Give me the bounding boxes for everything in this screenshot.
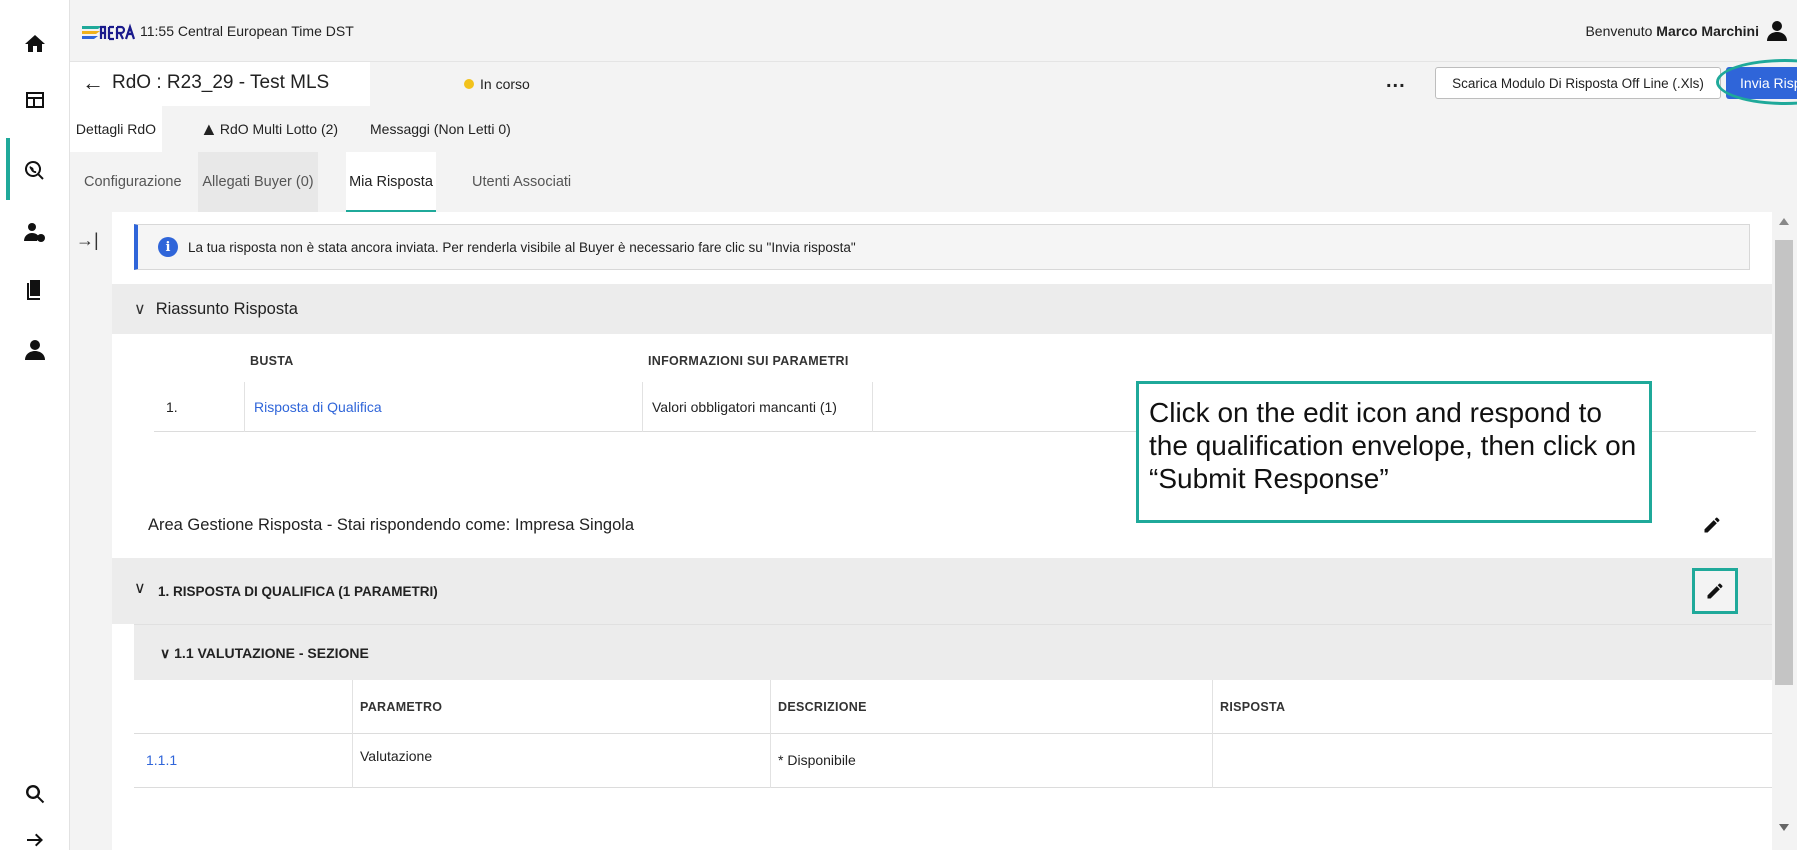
- parameter-id-link[interactable]: 1.1.1: [146, 752, 177, 768]
- scroll-up-icon[interactable]: [1779, 218, 1789, 225]
- chevron-down-icon: ∨: [134, 301, 146, 318]
- info-message: La tua risposta non è stata ancora invia…: [188, 239, 856, 255]
- tab-label: Messaggi (Non Letti 0): [370, 121, 511, 137]
- divider: [872, 382, 873, 432]
- tab-configurazione[interactable]: Configurazione: [84, 152, 182, 212]
- status-dot-icon: [464, 79, 474, 89]
- tab-utenti-associati[interactable]: Utenti Associati: [472, 152, 571, 212]
- section-header[interactable]: ∨ 1.1 VALUTAZIONE - SEZIONE: [134, 624, 1772, 680]
- divider: [770, 680, 771, 788]
- edit-pencil-icon: [1705, 581, 1725, 601]
- row-index: 1.: [166, 399, 178, 415]
- edit-pencil-icon[interactable]: [1702, 515, 1722, 535]
- tab-label: Mia Risposta: [349, 174, 433, 190]
- user-icon[interactable]: [1765, 19, 1789, 43]
- warning-icon: ▲: [200, 118, 218, 139]
- welcome-text: Benvenuto Marco Marchini: [1585, 23, 1759, 39]
- info-banner: i La tua risposta non è stata ancora inv…: [134, 224, 1750, 270]
- chevron-down-icon: ∨: [134, 580, 146, 597]
- table-header-row: PARAMETRO DESCRIZIONE RISPOSTA: [134, 680, 1772, 734]
- tab-label: Configurazione: [84, 174, 182, 190]
- hera-logo: [82, 23, 136, 41]
- clock-text: 11:55 Central European Time DST: [140, 23, 354, 39]
- primary-tabs: Dettagli RdO ▲ RdO Multi Lotto (2) Messa…: [70, 106, 1797, 152]
- page-title: RdO : R23_29 - Test MLS: [112, 72, 330, 93]
- instruction-callout: Click on the edit icon and respond to th…: [1136, 381, 1652, 523]
- scroll-thumb[interactable]: [1775, 240, 1793, 685]
- section-title-text: 1.1 VALUTAZIONE - SEZIONE: [174, 645, 369, 661]
- content-area: →| i La tua risposta non è stata ancora …: [70, 212, 1797, 850]
- search-icon[interactable]: [0, 772, 70, 816]
- divider: [642, 382, 643, 432]
- globe-search-icon[interactable]: [0, 148, 70, 192]
- summary-header[interactable]: ∨ Riassunto Risposta: [112, 284, 1772, 334]
- action-strip: In corso ... Scarica Modulo Di Risposta …: [370, 59, 1797, 106]
- info-icon: i: [158, 237, 178, 257]
- edit-envelope-button[interactable]: [1692, 568, 1738, 614]
- scroll-down-icon[interactable]: [1779, 824, 1789, 831]
- divider: [352, 680, 353, 788]
- welcome-prefix: Benvenuto: [1585, 23, 1653, 39]
- column-header: INFORMAZIONI SUI PARAMETRI: [648, 354, 849, 368]
- area-title: Area Gestione Risposta - Stai rispondend…: [148, 516, 635, 534]
- download-offline-form-button[interactable]: Scarica Modulo Di Risposta Off Line (.Xl…: [1435, 67, 1721, 99]
- column-header: DESCRIZIONE: [778, 700, 867, 714]
- tab-mia-risposta[interactable]: Mia Risposta: [346, 152, 436, 212]
- dashboard-icon[interactable]: [0, 78, 70, 122]
- parameter-name: Valutazione: [360, 748, 433, 764]
- qualifica-title: 1. RISPOSTA DI QUALIFICA (1 PARAMETRI): [158, 584, 438, 599]
- tab-rdo-multi-lotto[interactable]: ▲ RdO Multi Lotto (2): [200, 106, 338, 152]
- section-title: ∨ 1.1 VALUTAZIONE - SEZIONE: [160, 645, 369, 661]
- more-options-icon[interactable]: ...: [1386, 70, 1406, 93]
- parameter-description: * Disponibile: [778, 752, 856, 768]
- tab-label: Utenti Associati: [472, 174, 572, 190]
- column-header: RISPOSTA: [1220, 700, 1286, 714]
- column-header: BUSTA: [250, 354, 294, 368]
- back-arrow-icon[interactable]: ←: [82, 70, 104, 96]
- send-response-button[interactable]: Invia Risposta: [1726, 67, 1797, 99]
- summary-title: Riassunto Risposta: [155, 299, 298, 318]
- divider: [1212, 680, 1213, 788]
- user-name: Marco Marchini: [1656, 23, 1759, 39]
- secondary-tabs: Configurazione Allegati Buyer (0) Mia Ri…: [70, 152, 1797, 212]
- top-bar: 11:55 Central European Time DST Benvenut…: [70, 0, 1797, 62]
- tab-label: RdO Multi Lotto (2): [219, 121, 339, 137]
- user-check-icon[interactable]: [0, 210, 70, 254]
- tab-allegati-buyer[interactable]: Allegati Buyer (0): [198, 152, 318, 212]
- documents-icon[interactable]: [0, 268, 70, 312]
- tab-messaggi[interactable]: Messaggi (Non Letti 0): [370, 106, 511, 152]
- table-row: 1.1.1 Valutazione * Disponibile: [134, 734, 1772, 788]
- divider: [244, 382, 245, 432]
- title-bar: ← RdO : R23_29 - Test MLS In corso ... S…: [70, 59, 1797, 106]
- tab-dettagli-rdo[interactable]: Dettagli RdO: [70, 106, 162, 152]
- collapse-panel-icon[interactable]: →|: [76, 230, 99, 251]
- expand-arrow-icon[interactable]: [0, 818, 70, 850]
- tab-label: Dettagli RdO: [75, 121, 157, 137]
- profile-icon[interactable]: [0, 328, 70, 372]
- left-rail: [0, 0, 70, 850]
- status-badge: In corso: [480, 76, 530, 92]
- busta-link[interactable]: Risposta di Qualifica: [254, 382, 382, 432]
- column-header: PARAMETRO: [360, 700, 443, 714]
- home-icon[interactable]: [0, 22, 70, 66]
- description-text: Disponibile: [787, 752, 856, 768]
- tab-label: Allegati Buyer (0): [202, 174, 314, 190]
- qualifica-header[interactable]: ∨ 1. RISPOSTA DI QUALIFICA (1 PARAMETRI): [112, 558, 1772, 624]
- vertical-scrollbar[interactable]: [1772, 212, 1797, 850]
- response-panel: i La tua risposta non è stata ancora inv…: [112, 212, 1772, 850]
- parameter-info: Valori obbligatori mancanti (1): [652, 399, 837, 415]
